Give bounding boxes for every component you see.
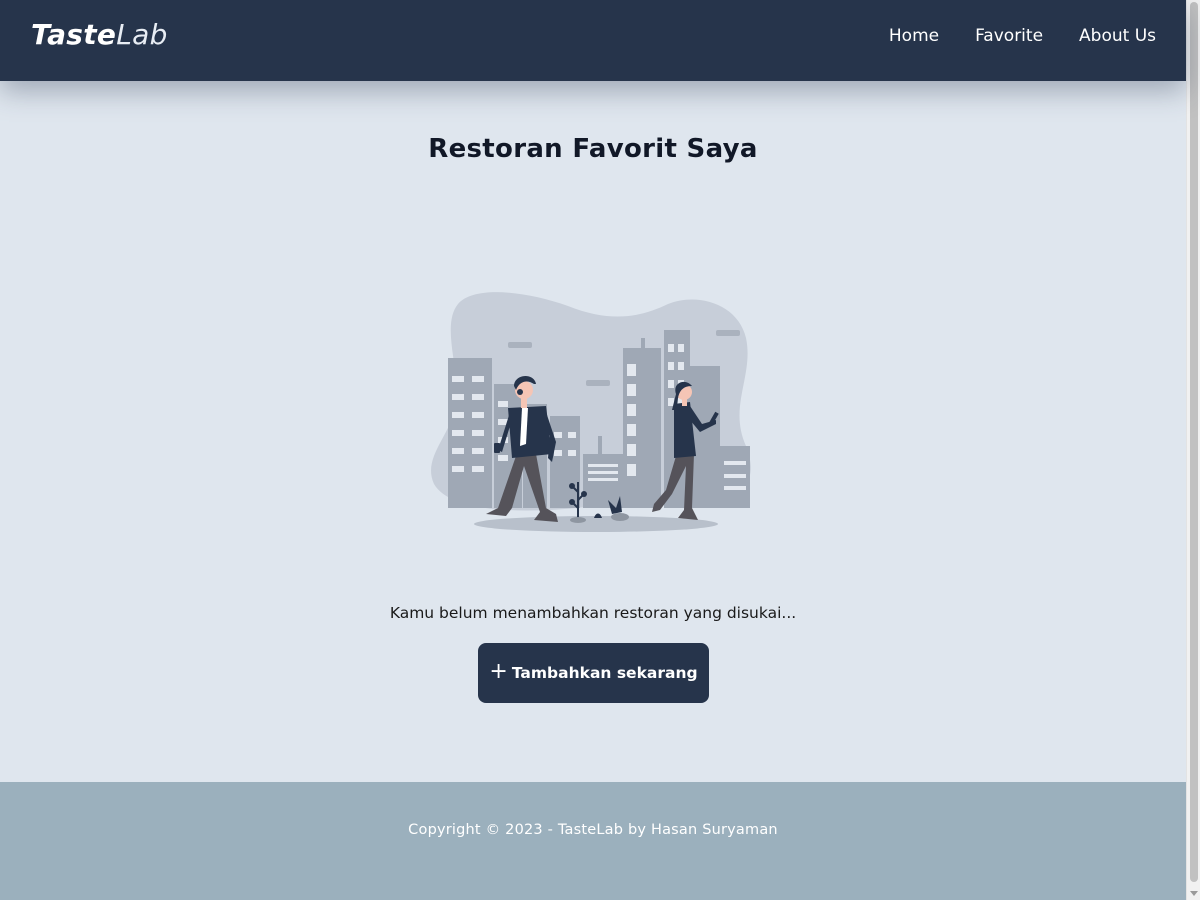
- nav-links: Home Favorite About Us: [853, 26, 1156, 46]
- nav-link-about-us[interactable]: About Us: [1079, 26, 1156, 46]
- main-content: Restoran Favorit Saya Kamu belum menamba…: [0, 81, 1186, 782]
- ground-shadow: [474, 516, 718, 532]
- brand-logo-light: Lab: [116, 18, 168, 51]
- add-restaurant-button-label: Tambahkan sekarang: [511, 664, 698, 682]
- city-walking-illustration: [431, 292, 751, 532]
- page-title: Restoran Favorit Saya: [428, 134, 758, 164]
- scroll-down-arrow-icon[interactable]: [1190, 891, 1198, 896]
- scrollbar-thumb[interactable]: [1190, 2, 1198, 882]
- nav-link-home[interactable]: Home: [889, 26, 939, 46]
- empty-state-message: Kamu belum menambahkan restoran yang dis…: [389, 604, 797, 622]
- brand-logo[interactable]: TasteLab: [31, 18, 168, 51]
- footer-copyright: Copyright © 2023 - TasteLab by Hasan Sur…: [408, 822, 778, 838]
- nav-link-favorite[interactable]: Favorite: [975, 26, 1043, 46]
- vertical-scrollbar[interactable]: [1186, 0, 1200, 900]
- footer: Copyright © 2023 - TasteLab by Hasan Sur…: [0, 782, 1186, 900]
- brand-logo-bold: Taste: [31, 18, 117, 51]
- plus-icon: +: [489, 658, 508, 684]
- page: TasteLab Home Favorite About Us Restoran…: [0, 0, 1186, 900]
- navbar: TasteLab Home Favorite About Us: [0, 0, 1186, 81]
- add-restaurant-button[interactable]: + Tambahkan sekarang: [478, 643, 709, 703]
